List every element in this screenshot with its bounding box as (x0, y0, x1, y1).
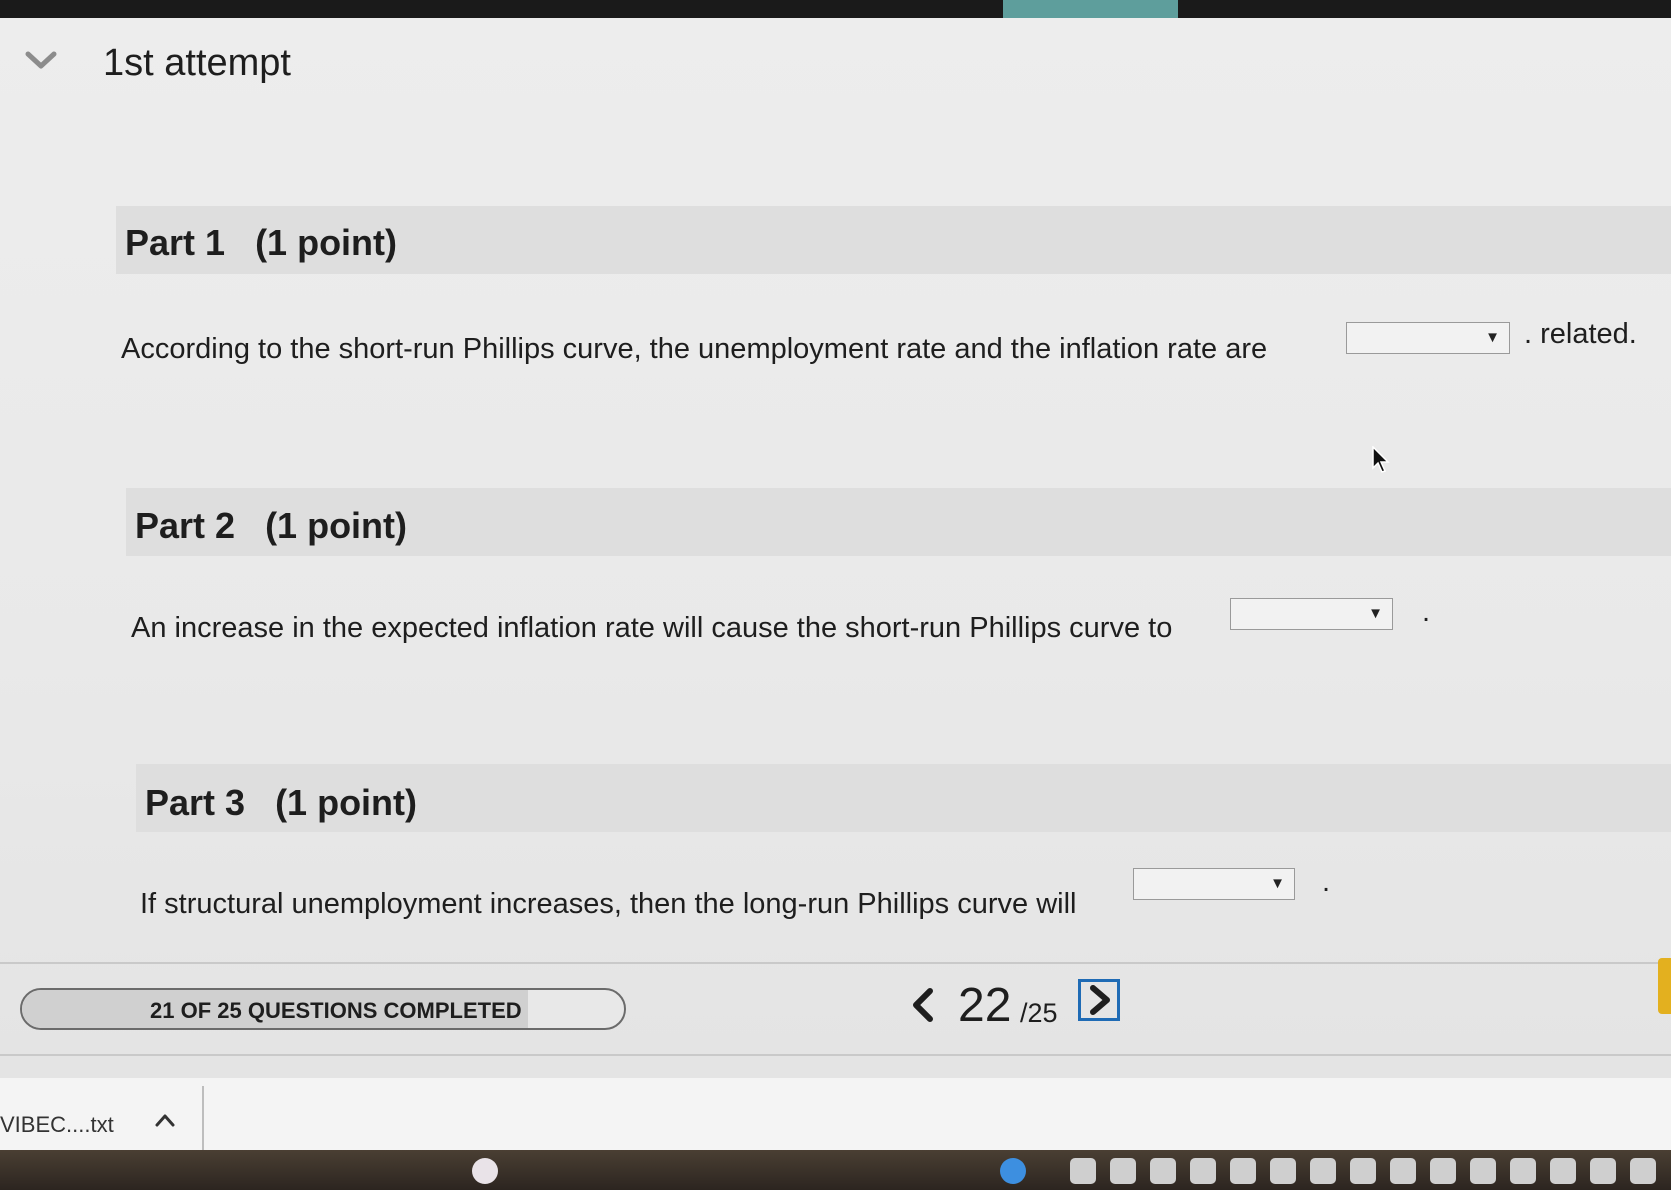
chevron-down-icon[interactable] (24, 46, 58, 74)
chevron-right-icon (1090, 985, 1110, 1015)
part-2-dropdown[interactable]: ▼ (1230, 598, 1393, 630)
app-icon[interactable] (1230, 1158, 1256, 1184)
app-icon[interactable] (1270, 1158, 1296, 1184)
downloads-bar (0, 1078, 1671, 1150)
part-3-points: (1 point) (275, 782, 418, 823)
triangle-down-icon: ▼ (1368, 605, 1383, 622)
part-2-question: An increase in the expected inflation ra… (131, 612, 1173, 644)
app-icon[interactable] (1190, 1158, 1216, 1184)
part-2-trailing-text: . (1422, 596, 1431, 628)
app-icon[interactable] (1510, 1158, 1536, 1184)
app-icon[interactable] (1310, 1158, 1336, 1184)
progress-label: 21 OF 25 QUESTIONS COMPLETED (150, 998, 522, 1023)
part-2-points: (1 point) (265, 505, 408, 546)
current-question-number: 22 (958, 979, 1012, 1032)
part-3-trailing-text: . (1322, 866, 1331, 898)
app-icon[interactable] (1430, 1158, 1456, 1184)
part-1-heading: Part 1 (1 point) (125, 222, 397, 264)
progress-bar: 21 OF 25 QUESTIONS COMPLETED (20, 988, 626, 1030)
part-1-question: According to the short-run Phillips curv… (121, 333, 1268, 365)
triangle-down-icon: ▼ (1270, 875, 1285, 892)
footer-divider (0, 962, 1671, 964)
part-3-label: Part 3 (145, 782, 246, 823)
part-3-heading: Part 3 (1 point) (145, 782, 417, 824)
app-icon[interactable] (1390, 1158, 1416, 1184)
part-3-dropdown[interactable]: ▼ (1133, 868, 1295, 900)
chevron-left-icon[interactable] (908, 985, 936, 1025)
part-1-label: Part 1 (125, 222, 226, 263)
app-icon[interactable] (1110, 1158, 1136, 1184)
window-top-strip (0, 0, 1671, 18)
part-1-trailing-text: . related. (1524, 318, 1637, 350)
app-icon[interactable] (1630, 1158, 1656, 1184)
total-questions: /25 (1020, 998, 1058, 1028)
app-icon[interactable] (1350, 1158, 1376, 1184)
part-3-question: If structural unemployment increases, th… (140, 888, 1077, 920)
active-tab-indicator[interactable] (1003, 0, 1178, 18)
attempt-title: 1st attempt (103, 42, 291, 84)
app-icon[interactable] (1470, 1158, 1496, 1184)
app-icon[interactable] (1070, 1158, 1096, 1184)
dock (0, 1150, 1671, 1190)
bottom-divider (0, 1054, 1671, 1056)
music-app-icon[interactable] (472, 1158, 498, 1184)
app-icon[interactable] (1000, 1158, 1026, 1184)
part-2-label: Part 2 (135, 505, 236, 546)
app-icon[interactable] (1150, 1158, 1176, 1184)
app-icon[interactable] (1550, 1158, 1576, 1184)
app-icon[interactable] (1590, 1158, 1616, 1184)
triangle-down-icon: ▼ (1485, 329, 1500, 346)
part-1-dropdown[interactable]: ▼ (1346, 322, 1510, 354)
downloads-divider (202, 1086, 204, 1156)
mouse-cursor-icon (1372, 446, 1390, 473)
side-tab[interactable] (1658, 958, 1671, 1014)
part-2-heading: Part 2 (1 point) (135, 505, 407, 547)
part-1-points: (1 point) (255, 222, 398, 263)
next-question-button[interactable] (1078, 979, 1120, 1021)
download-file-name[interactable]: VIBEC....txt (0, 1112, 114, 1138)
chevron-up-icon[interactable] (154, 1112, 176, 1128)
